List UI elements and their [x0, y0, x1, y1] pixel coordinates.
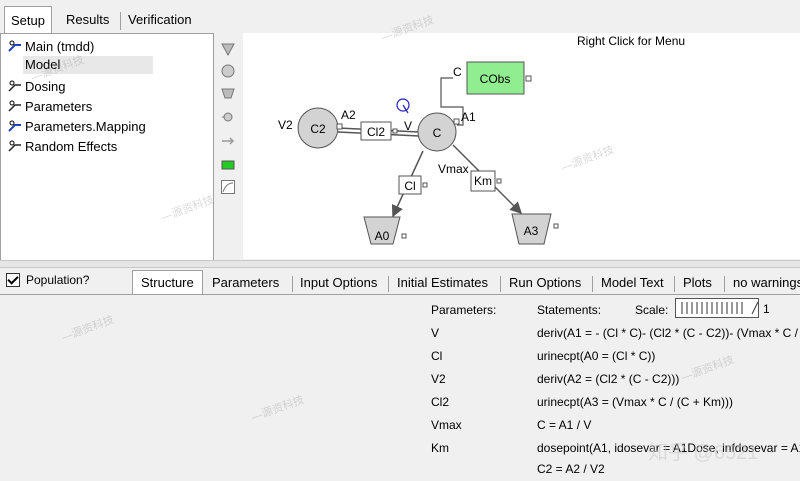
node-cl-label: Cl — [404, 179, 415, 193]
statements-header: Statements: — [537, 303, 602, 317]
vmax-label: Vmax — [438, 162, 469, 176]
port-km — [496, 178, 502, 184]
cobs-c-label: C — [453, 65, 462, 79]
link-blue-icon — [8, 40, 21, 52]
curve-tool-icon[interactable] — [220, 179, 236, 195]
shape-palette — [214, 33, 242, 259]
tree-item-label: Random Effects — [25, 139, 118, 154]
node-a3-label: A3 — [524, 224, 539, 238]
link-icon — [8, 80, 21, 92]
tree-item-model[interactable]: Model — [23, 56, 153, 74]
port-a3 — [553, 223, 559, 229]
model-tree: Main (tmdd) Model Dosing Parameters Para… — [0, 33, 214, 261]
param-km[interactable]: Km — [431, 441, 449, 455]
params-header: Parameters: — [431, 303, 497, 317]
link-blue-icon — [8, 120, 21, 132]
tab-plots[interactable]: Plots — [675, 272, 720, 294]
node-c2-label: C2 — [310, 122, 326, 136]
statement-line: deriv(A1 = - (Cl * C)- (Cl2 * (C - C2))-… — [537, 326, 800, 340]
param-v2[interactable]: V2 — [431, 372, 446, 386]
link-icon — [8, 100, 21, 112]
node-c-label: C — [433, 126, 442, 140]
tab-run-options[interactable]: Run Options — [501, 272, 589, 294]
diagram-svg: C2 C CObs Cl2 Cl Km A0 A3 C V2 A2 V A1 V… — [278, 61, 559, 245]
scale-value: 1 — [763, 302, 770, 316]
tree-item-label: Dosing — [25, 79, 66, 94]
model-canvas[interactable]: Right Click for Menu C2 C CObs Cl2 Cl Km… — [243, 33, 800, 259]
panel-splitter[interactable] — [0, 260, 800, 268]
port-c — [453, 118, 460, 125]
tab-no-warnings[interactable]: no warnings — [725, 272, 800, 294]
tree-item-label: Parameters — [25, 99, 93, 114]
cup-tool-icon[interactable] — [220, 85, 236, 101]
small-circle-tool-icon[interactable] — [220, 109, 236, 125]
port-cobs — [525, 75, 532, 82]
node-cl2-label: Cl2 — [367, 125, 385, 139]
tree-item-random-effects[interactable]: Random Effects — [7, 138, 117, 156]
tree-item-parameters[interactable]: Parameters — [7, 98, 92, 116]
tab-input-options[interactable]: Input Options — [292, 272, 385, 294]
a2-label: A2 — [341, 108, 356, 122]
tab-verification[interactable]: Verification — [122, 8, 198, 32]
circle-tool-icon[interactable] — [220, 63, 236, 79]
green-block-tool-icon[interactable] — [220, 157, 236, 173]
port-a0 — [401, 233, 407, 239]
node-km-label: Km — [474, 174, 492, 188]
top-tab-bar: Setup Results Verification — [0, 0, 800, 35]
population-label: Population? — [26, 273, 90, 287]
statement-line: C2 = A2 / V2 — [537, 462, 605, 476]
tab-model-text[interactable]: Model Text — [593, 272, 672, 294]
tree-item-label: Parameters.Mapping — [25, 119, 146, 134]
a1-label: A1 — [461, 110, 476, 124]
tab-structure[interactable]: Structure — [132, 270, 203, 295]
tab-setup[interactable]: Setup — [4, 6, 52, 35]
node-cobs-label: CObs — [480, 72, 511, 86]
bottom-tab-bar: Structure Parameters Input Options Initi… — [128, 270, 800, 295]
scale-ticks — [681, 301, 759, 315]
tab-divider — [120, 12, 121, 30]
link-icon — [8, 140, 21, 152]
checkbox-checked-icon[interactable] — [6, 273, 20, 287]
scale-slider[interactable] — [675, 298, 759, 318]
tree-item-dosing[interactable]: Dosing — [7, 78, 65, 96]
statement-line: C = A1 / V — [537, 418, 592, 432]
tab-parameters[interactable]: Parameters — [204, 272, 287, 294]
statement-line: dosepoint(A1, idosevar = A1Dose, infdose… — [537, 441, 800, 455]
statement-line: urinecpt(A0 = (Cl * C)) — [537, 349, 656, 363]
param-cl[interactable]: Cl — [431, 349, 442, 363]
v2-label: V2 — [278, 118, 293, 132]
tab-initial-estimates[interactable]: Initial Estimates — [389, 272, 496, 294]
tree-item-parameters-mapping[interactable]: Parameters.Mapping — [7, 118, 146, 136]
tree-item-main[interactable]: Main (tmdd) — [7, 38, 94, 56]
tree-item-label: Model — [25, 57, 61, 72]
v-label: V — [404, 119, 412, 133]
flow-arrow-tool-icon[interactable] — [220, 133, 236, 149]
param-vmax[interactable]: Vmax — [431, 418, 462, 432]
param-cl2[interactable]: Cl2 — [431, 395, 449, 409]
tree-item-label: Main (tmdd) — [25, 39, 95, 54]
port-cl — [422, 182, 428, 188]
port-cl2 — [392, 128, 398, 134]
statement-line: deriv(A2 = (Cl2 * (C - C2))) — [537, 372, 680, 386]
population-checkbox[interactable]: Population? — [6, 273, 89, 287]
statement-line: urinecpt(A3 = (Vmax * C / (C + Km))) — [537, 395, 734, 409]
scale-label: Scale: — [635, 303, 669, 317]
funnel-tool-icon[interactable] — [220, 41, 236, 57]
tab-results[interactable]: Results — [60, 8, 115, 32]
port-c2 — [336, 123, 343, 130]
param-v[interactable]: V — [431, 326, 439, 340]
node-a0-label: A0 — [375, 229, 390, 243]
